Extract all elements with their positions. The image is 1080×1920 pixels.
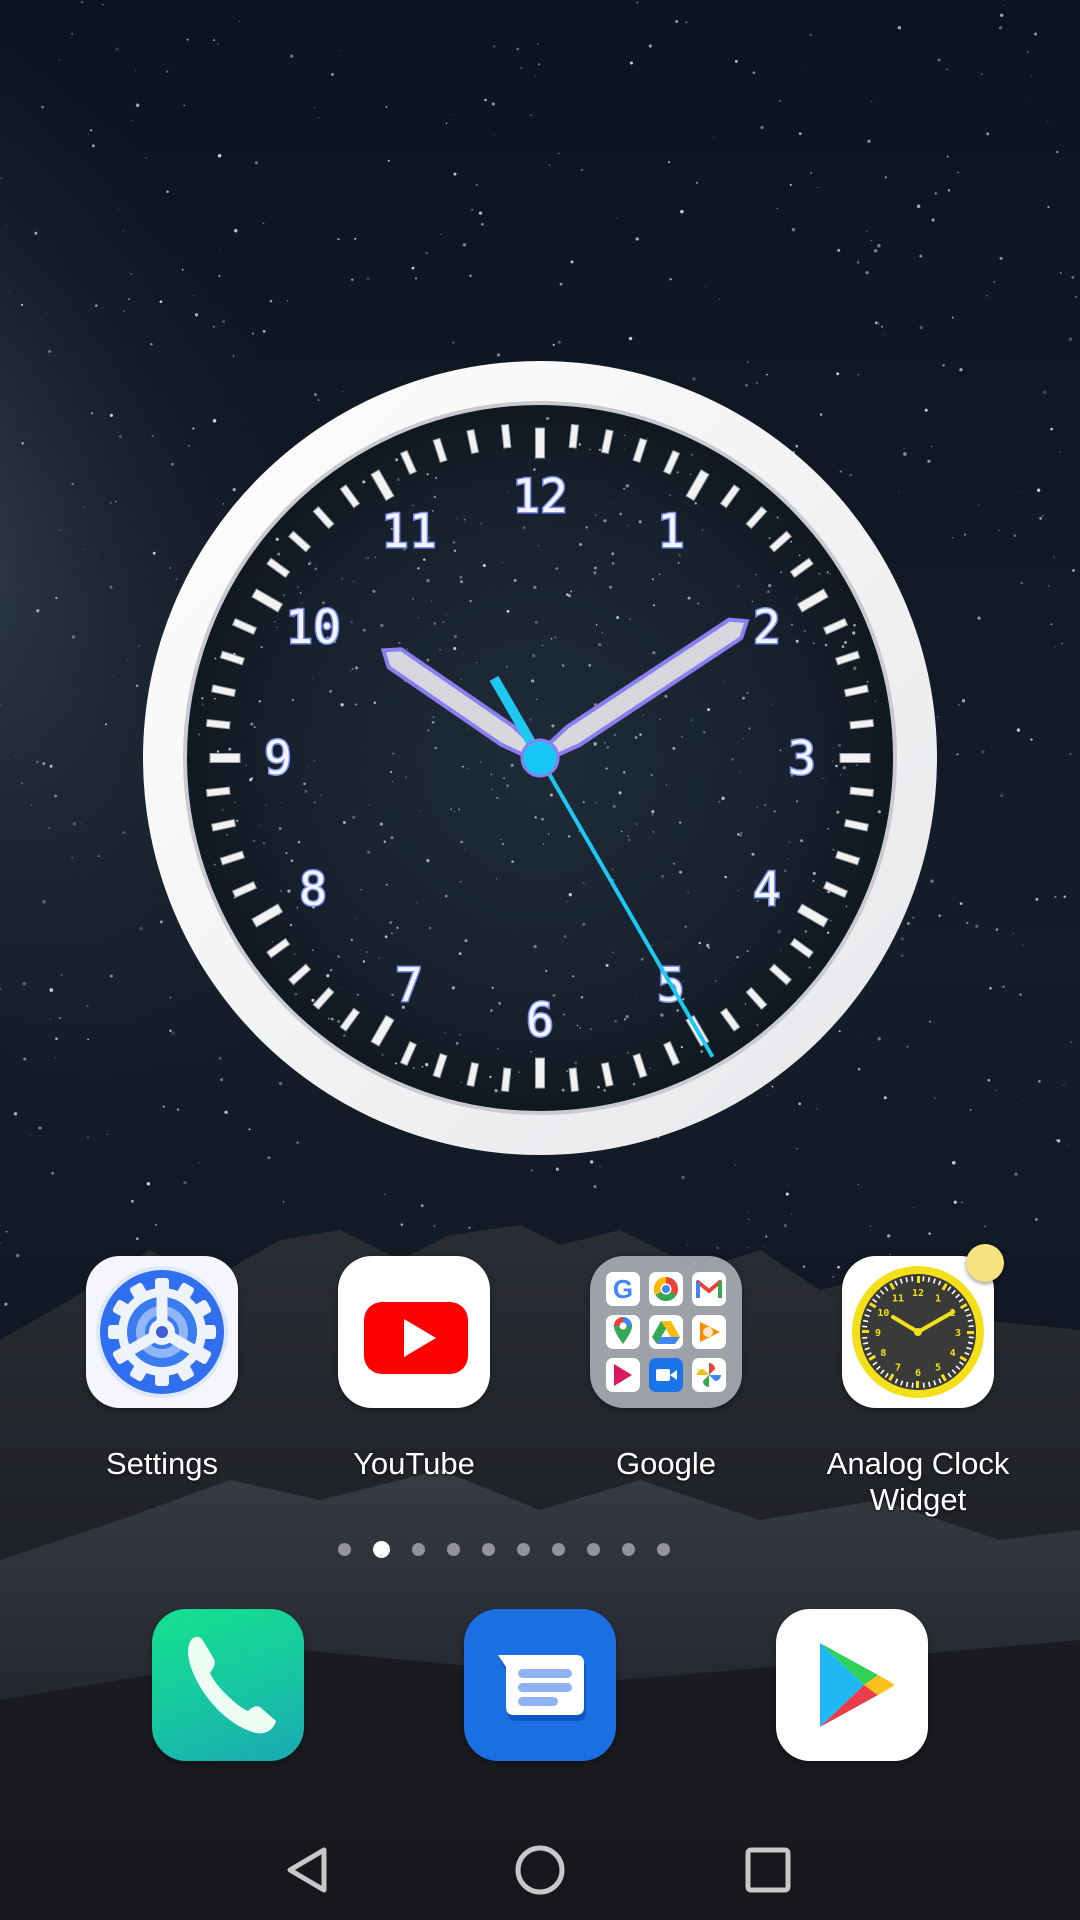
app-label: Google <box>616 1446 716 1481</box>
app-label-line2: Widget <box>869 1482 967 1517</box>
clock-numeral: 12 <box>512 469 567 523</box>
svg-text:3: 3 <box>955 1328 961 1339</box>
app-label: Settings <box>105 1446 218 1481</box>
nav-home-button[interactable] <box>508 1838 572 1902</box>
dock-messages[interactable] <box>464 1609 616 1761</box>
nav-back-button[interactable] <box>276 1838 340 1902</box>
app-label: Analog Clock Widget <box>818 1446 1018 1518</box>
clock-numeral: 1 <box>657 504 685 558</box>
message-icon <box>498 1655 586 1721</box>
app-label-line1: Analog Clock <box>826 1446 1010 1481</box>
app-youtube[interactable]: YouTube <box>314 1256 514 1482</box>
back-triangle-icon <box>287 1847 327 1893</box>
hour-tick <box>535 427 545 459</box>
svg-text:10: 10 <box>877 1308 889 1319</box>
hour-tick <box>839 753 871 763</box>
page-dot[interactable] <box>622 1543 635 1556</box>
clock-numeral: 11 <box>381 504 436 558</box>
page-dot[interactable] <box>552 1543 565 1556</box>
nav-recents-button[interactable] <box>736 1838 800 1902</box>
clock-numeral: 2 <box>753 600 781 654</box>
youtube-icon <box>338 1256 490 1408</box>
clock-face: 121234567891011 <box>143 361 937 1155</box>
hour-tick <box>209 753 241 763</box>
page-dot[interactable] <box>338 1543 351 1556</box>
app-analog-clock-widget[interactable]: 121234567891011 Analog Clock Widget <box>818 1244 1018 1518</box>
svg-text:6: 6 <box>915 1368 921 1379</box>
page-dot[interactable] <box>412 1543 425 1556</box>
dock-play-store[interactable] <box>776 1609 928 1761</box>
svg-text:9: 9 <box>875 1328 881 1339</box>
app-label: YouTube <box>353 1446 475 1481</box>
svg-text:1: 1 <box>935 1293 941 1304</box>
svg-text:G: G <box>613 1274 633 1304</box>
svg-text:11: 11 <box>892 1293 904 1304</box>
svg-text:5: 5 <box>935 1363 941 1374</box>
clock-numeral: 9 <box>264 731 292 785</box>
analog-clock-icon: 121234567891011 <box>842 1256 994 1408</box>
hour-tick <box>535 1057 545 1089</box>
svg-text:7: 7 <box>895 1363 901 1374</box>
page-indicator[interactable] <box>0 1540 1044 1560</box>
page-dot[interactable] <box>587 1543 600 1556</box>
notification-dot <box>966 1244 1004 1282</box>
page-dot-active[interactable] <box>373 1541 390 1558</box>
folder-icon: G <box>590 1256 742 1408</box>
folder-google[interactable]: G Google <box>566 1256 766 1482</box>
app-settings[interactable]: Settings <box>62 1256 262 1482</box>
clock-numeral: 6 <box>526 993 554 1047</box>
svg-text:4: 4 <box>950 1348 956 1359</box>
clock-numeral: 3 <box>788 731 816 785</box>
play-store-icon <box>820 1643 894 1727</box>
page-dot[interactable] <box>482 1543 495 1556</box>
clock-numeral: 8 <box>299 862 327 916</box>
settings-icon <box>86 1256 238 1408</box>
analog-clock-widget[interactable]: 121234567891011 <box>140 358 940 1158</box>
home-circle-icon <box>515 1845 565 1895</box>
page-dot[interactable] <box>657 1543 670 1556</box>
clock-numeral: 10 <box>285 600 340 654</box>
recents-square-icon <box>745 1847 791 1893</box>
dock-phone[interactable] <box>152 1609 304 1761</box>
page-dot[interactable] <box>447 1543 460 1556</box>
clock-numeral: 4 <box>753 862 781 916</box>
clock-numeral: 7 <box>395 958 423 1012</box>
svg-text:8: 8 <box>880 1348 886 1359</box>
page-dot[interactable] <box>517 1543 530 1556</box>
svg-text:12: 12 <box>912 1288 924 1299</box>
center-cap <box>520 738 560 778</box>
phone-icon <box>188 1636 276 1734</box>
